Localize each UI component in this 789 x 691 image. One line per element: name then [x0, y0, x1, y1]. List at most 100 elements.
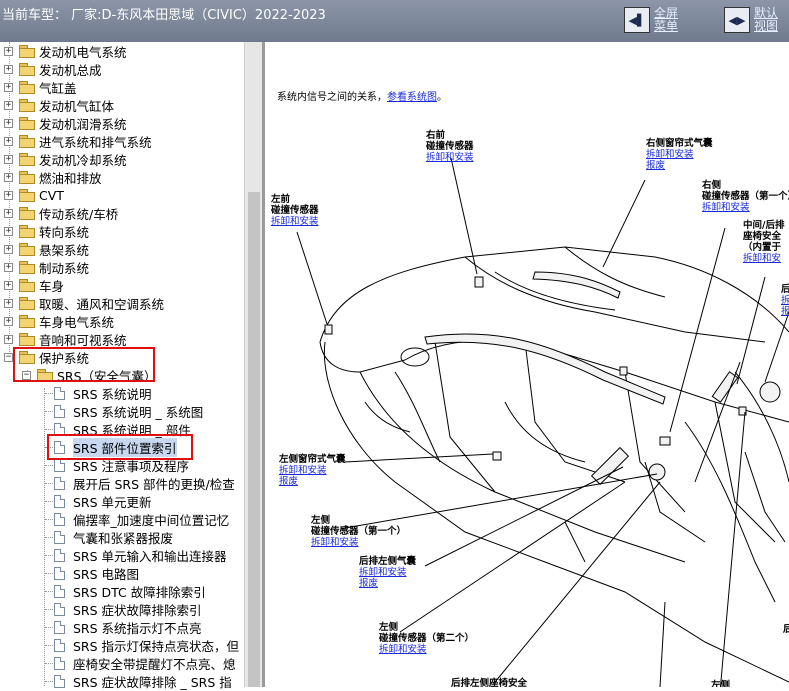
tree-item-label: CVT: [39, 187, 64, 203]
tree-item-label: SRS 单元输入和输出连接器: [73, 548, 227, 564]
document-icon: [54, 458, 65, 472]
tree-folder-item[interactable]: + 发动机冷却系统: [4, 150, 127, 168]
tree-folder-item[interactable]: + 传动系统/车桥: [4, 204, 118, 222]
tree-doc-item[interactable]: SRS 系统指示灯不点亮: [54, 618, 202, 636]
document-icon: [54, 620, 65, 634]
document-icon: [54, 386, 65, 400]
document-icon: [54, 494, 65, 508]
lf-sensor-removal-link[interactable]: 拆卸和安装: [271, 216, 319, 227]
document-icon: [54, 530, 65, 544]
tree-folder-item[interactable]: + 进气系统和排气系统: [4, 132, 152, 150]
label-middle-rear-seatbelt: 中间/后排 座椅安全 （内置于 拆卸和安: [743, 220, 785, 264]
tree-doc-item[interactable]: SRS 电路图: [54, 564, 139, 582]
expand-toggle-icon[interactable]: +: [4, 154, 13, 164]
expand-toggle-icon[interactable]: −: [4, 352, 13, 362]
l-curtain-disposal-link[interactable]: 报废: [279, 476, 346, 487]
expand-toggle-icon[interactable]: +: [4, 316, 13, 326]
top-bar: 当前车型： 厂家:D-东风本田思域（CIVIC）2022-2023 ◀▌ 全屏菜…: [0, 0, 789, 42]
expand-toggle-icon[interactable]: +: [4, 100, 13, 110]
diagram-panel: 系统内信号之间的关系，参看系统图。 右前 碰撞传感器 拆卸和安装 右侧窗帘式气囊…: [265, 42, 789, 687]
tree-folder-item[interactable]: + 燃油和排放: [4, 168, 102, 186]
tree-doc-item[interactable]: 偏摆率_加速度中间位置记忆: [54, 510, 229, 528]
expand-toggle-icon[interactable]: +: [4, 208, 13, 218]
label-left-curtain-airbag: 左侧窗帘式气囊 拆卸和安装 报废: [279, 454, 346, 487]
tree-scrollbar[interactable]: [244, 42, 263, 687]
tree-item-label: SRS 症状故障排除 _ SRS 指: [73, 674, 232, 690]
folder-icon: [19, 81, 35, 94]
expand-toggle-icon[interactable]: +: [4, 118, 13, 128]
tree-folder-item[interactable]: + 悬架系统: [4, 240, 89, 258]
label-left-side-sensor-2: 左侧 碰撞传感器（第二个） 拆卸和安装: [379, 622, 475, 655]
tree-folder-item[interactable]: + 车身: [4, 276, 64, 294]
tree-folder-item[interactable]: + 转向系统: [4, 222, 89, 240]
tree-folder-item[interactable]: + 发动机电气系统: [4, 42, 127, 60]
tree-item-label: 发动机总成: [39, 62, 102, 78]
tree-folder-item[interactable]: + 气缸盖: [4, 78, 77, 96]
r-side-sensor-removal-link[interactable]: 拆卸和安装: [702, 202, 789, 213]
expand-toggle-icon[interactable]: +: [4, 82, 13, 92]
label-left-bottom: 左侧: [711, 680, 731, 687]
tree-item-label: SRS 系统说明: [73, 386, 152, 402]
tree-doc-item[interactable]: SRS DTC 故障排除索引: [54, 582, 206, 600]
l-side2-removal-link[interactable]: 拆卸和安装: [379, 644, 474, 655]
mid-rear-removal-link[interactable]: 拆卸和安: [743, 253, 784, 264]
l-side1-removal-link[interactable]: 拆卸和安装: [311, 537, 406, 548]
tree-doc-item[interactable]: SRS 指示灯保持点亮状态，但: [54, 636, 239, 654]
tree-doc-item[interactable]: SRS 系统说明 _ 系统图: [54, 402, 203, 420]
rl-side-disposal-link[interactable]: 报废: [359, 578, 416, 589]
expand-toggle-icon[interactable]: +: [4, 298, 13, 308]
tree-item-label: 气囊和张紧器报废: [73, 530, 174, 546]
folder-icon: [19, 297, 35, 310]
expand-toggle-icon[interactable]: +: [4, 64, 13, 74]
tree-item-label: 制动系统: [39, 260, 90, 276]
tree-folder-item[interactable]: + 制动系统: [4, 258, 89, 276]
folder-icon: [19, 135, 35, 148]
tree-doc-item[interactable]: SRS 症状故障排除 _ SRS 指: [54, 672, 232, 690]
tree-doc-item[interactable]: SRS 系统说明: [54, 384, 152, 402]
tree-doc-item[interactable]: SRS 单元更新: [54, 492, 152, 510]
document-icon: [54, 566, 65, 580]
expand-toggle-icon[interactable]: +: [4, 280, 13, 290]
tree-doc-item[interactable]: SRS 单元输入和输出连接器: [54, 546, 227, 564]
tree-doc-item[interactable]: SRS 症状故障排除索引: [54, 600, 202, 618]
rf-sensor-removal-link[interactable]: 拆卸和安装: [426, 152, 474, 163]
fullscreen-menu-button[interactable]: ◀▌ 全屏菜单: [624, 5, 680, 35]
tree-item-label: 悬架系统: [39, 242, 90, 258]
expand-toggle-icon[interactable]: +: [4, 226, 13, 236]
tree-item-label: SRS 系统指示灯不点亮: [73, 620, 202, 636]
expand-toggle-icon[interactable]: +: [4, 172, 13, 182]
tree-doc-item[interactable]: 座椅安全带提醒灯不点亮、熄: [54, 654, 236, 672]
far-right-disposal-link[interactable]: 报: [781, 306, 789, 317]
r-curtain-disposal-link[interactable]: 报废: [646, 160, 713, 171]
default-view-button[interactable]: ◀▶ 默认视图: [724, 5, 780, 35]
document-icon: [54, 476, 65, 490]
expand-toggle-icon[interactable]: +: [4, 190, 13, 200]
tree-folder-item[interactable]: + 发动机润滑系统: [4, 114, 127, 132]
tree-folder-item[interactable]: + 发动机总成: [4, 60, 102, 78]
rl-side-removal-link[interactable]: 拆卸和安装: [359, 567, 416, 578]
tree-folder-item[interactable]: + 取暖、通风和空调系统: [4, 294, 164, 312]
expand-toggle-icon[interactable]: +: [4, 262, 13, 272]
far-right-removal-link[interactable]: 拆: [781, 295, 789, 306]
scrollbar-thumb[interactable]: [248, 192, 260, 687]
r-curtain-removal-link[interactable]: 拆卸和安装: [646, 149, 713, 160]
tree-folder-item[interactable]: + 车身电气系统: [4, 312, 114, 330]
expand-toggle-icon[interactable]: +: [4, 46, 13, 56]
expand-toggle-icon[interactable]: +: [4, 244, 13, 254]
tree-folder-item[interactable]: + CVT: [4, 186, 64, 204]
expand-toggle-icon[interactable]: +: [4, 334, 13, 344]
l-curtain-removal-link[interactable]: 拆卸和安装: [279, 465, 346, 476]
label-far-right-rear: 后 拆 报: [781, 284, 789, 317]
tree-item-label: 音响和可视系统: [39, 332, 127, 348]
tree-doc-item[interactable]: 展开后 SRS 部件的更换/检查: [54, 474, 235, 492]
folder-icon: [19, 189, 35, 202]
tree-item-label: 车身电气系统: [39, 314, 115, 330]
tree-item-label: 燃油和排放: [39, 170, 102, 186]
tree-item-label: 发动机冷却系统: [39, 152, 127, 168]
tree-folder-item[interactable]: + 发动机气缸体: [4, 96, 114, 114]
tree-item-label: SRS 症状故障排除索引: [73, 602, 202, 618]
expand-toggle-icon[interactable]: +: [4, 136, 13, 146]
tree-item-label: SRS DTC 故障排除索引: [73, 584, 206, 600]
tree-folder-item[interactable]: + 音响和可视系统: [4, 330, 127, 348]
tree-doc-item[interactable]: 气囊和张紧器报废: [54, 528, 173, 546]
